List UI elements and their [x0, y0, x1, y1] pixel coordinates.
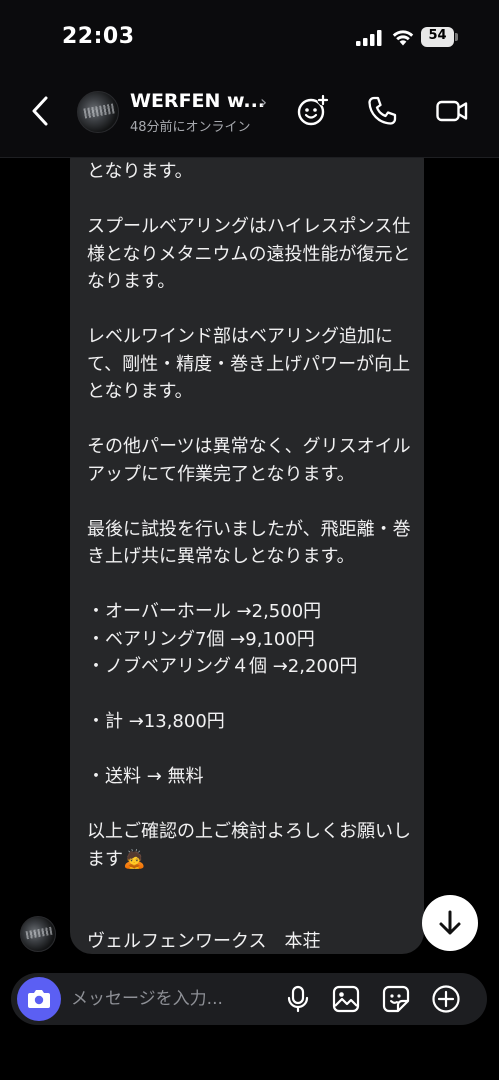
battery-icon: 54 — [421, 27, 458, 47]
video-camera-icon[interactable] — [435, 94, 469, 128]
status-bar: 22:03 54 — [0, 0, 499, 72]
message-thread[interactable]: となります。 スプールベアリングはハイレスポンス仕様となりメタニウムの遠投性能が… — [0, 158, 499, 970]
battery-level: 54 — [428, 28, 447, 43]
chevron-right-icon[interactable]: › — [260, 92, 267, 113]
status-time: 22:03 — [62, 24, 135, 49]
arrow-down-icon — [439, 910, 461, 935]
message-input[interactable] — [71, 987, 271, 1011]
scroll-to-bottom-button[interactable] — [422, 895, 478, 951]
add-icon[interactable] — [431, 984, 461, 1014]
camera-icon — [28, 990, 50, 1008]
camera-button[interactable] — [17, 977, 61, 1021]
message-composer — [11, 973, 487, 1025]
contact-status: 48分前にオンライン — [130, 120, 251, 135]
gallery-icon[interactable] — [331, 984, 361, 1014]
cellular-signal-icon — [356, 30, 382, 46]
message-text: となります。 スプールベアリングはハイレスポンス仕様となりメタニウムの遠投性能が… — [87, 161, 411, 952]
back-chevron-icon[interactable] — [26, 94, 56, 128]
contact-name[interactable]: WERFEN w... — [130, 90, 265, 112]
sender-avatar[interactable] — [20, 916, 56, 952]
effects-icon[interactable] — [296, 94, 330, 128]
sticker-icon[interactable] — [381, 984, 411, 1014]
avatar[interactable] — [77, 91, 119, 133]
microphone-icon[interactable] — [283, 984, 313, 1014]
phone-icon[interactable] — [365, 94, 399, 128]
chat-header: WERFEN w... › 48分前にオンライン — [0, 72, 499, 158]
wifi-icon — [392, 30, 414, 46]
message-bubble[interactable]: となります。 スプールベアリングはハイレスポンス仕様となりメタニウムの遠投性能が… — [70, 158, 424, 954]
